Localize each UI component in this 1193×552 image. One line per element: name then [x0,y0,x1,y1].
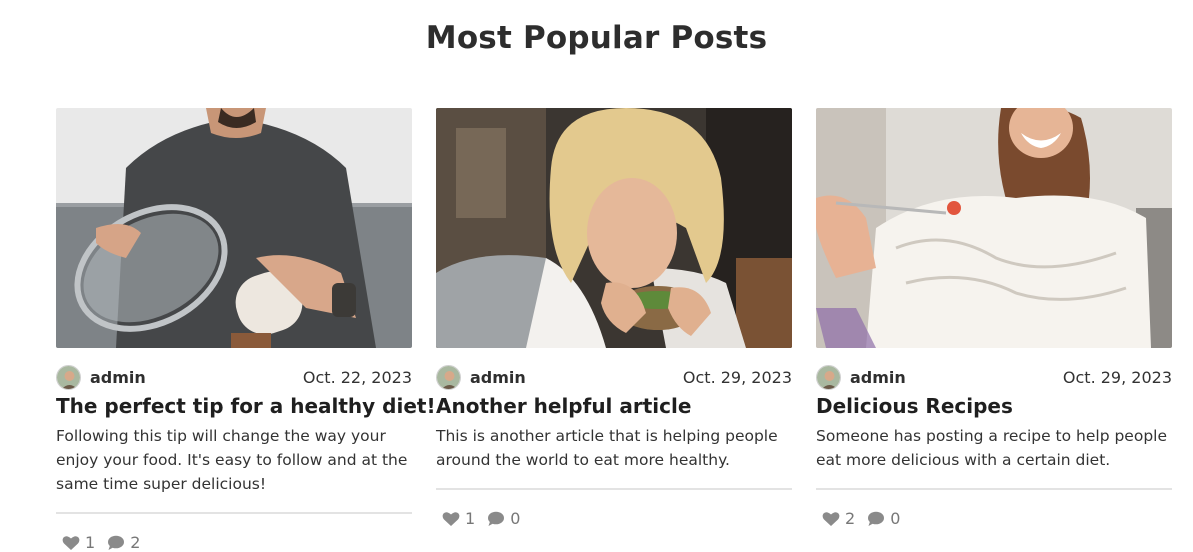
heart-icon [822,511,840,526]
avatar [56,364,81,390]
like-count: 2 [845,509,856,528]
post-image[interactable] [436,108,792,348]
divider [56,512,412,514]
post-date: Oct. 29, 2023 [1062,367,1172,387]
author[interactable]: admin [816,364,906,390]
post-meta: admin Oct. 22, 2023 [56,364,412,390]
post-stats: 1 0 [442,509,792,528]
comment-button[interactable]: 2 [107,533,140,552]
author-name: admin [90,367,146,387]
like-count: 1 [465,509,476,528]
speech-bubble-icon [108,535,125,550]
heart-icon [442,511,460,526]
post-title[interactable]: The perfect tip for a healthy diet! [56,394,436,418]
section-title: Most Popular Posts [425,20,768,56]
post-card: admin Oct. 22, 2023 The perfect tip for … [56,108,436,552]
speech-bubble-icon [868,511,885,526]
like-button[interactable]: 2 [822,509,855,528]
post-excerpt: Following this tip will change the way y… [56,427,408,493]
posts-grid: admin Oct. 22, 2023 The perfect tip for … [56,108,1172,552]
post-excerpt: This is another article that is helping … [436,427,778,469]
like-button[interactable]: 1 [62,533,95,552]
author[interactable]: admin [436,364,526,390]
author[interactable]: admin [56,364,146,390]
post-image[interactable] [56,108,412,348]
like-button[interactable]: 1 [442,509,475,528]
comment-button[interactable]: 0 [867,509,900,528]
author-name: admin [850,367,906,387]
author-name: admin [470,367,526,387]
post-meta: admin Oct. 29, 2023 [816,364,1172,390]
post-image[interactable] [816,108,1172,348]
comment-count: 0 [890,509,901,528]
post-excerpt: Someone has posting a recipe to help peo… [816,427,1168,469]
divider [436,488,792,490]
post-date: Oct. 22, 2023 [302,367,412,387]
comment-button[interactable]: 0 [487,509,520,528]
post-card: admin Oct. 29, 2023 Another helpful arti… [436,108,792,552]
comment-count: 2 [130,533,141,552]
heart-icon [62,535,80,550]
like-count: 1 [85,533,96,552]
avatar [436,364,461,390]
post-card: admin Oct. 29, 2023 Delicious Recipes So… [816,108,1172,552]
post-title[interactable]: Delicious Recipes [816,394,1172,418]
post-stats: 2 0 [822,509,1172,528]
avatar [816,364,841,390]
post-meta: admin Oct. 29, 2023 [436,364,792,390]
divider [816,488,1172,490]
post-date: Oct. 29, 2023 [682,367,792,387]
post-title[interactable]: Another helpful article [436,394,792,418]
post-stats: 1 2 [62,533,412,552]
comment-count: 0 [510,509,521,528]
speech-bubble-icon [488,511,505,526]
